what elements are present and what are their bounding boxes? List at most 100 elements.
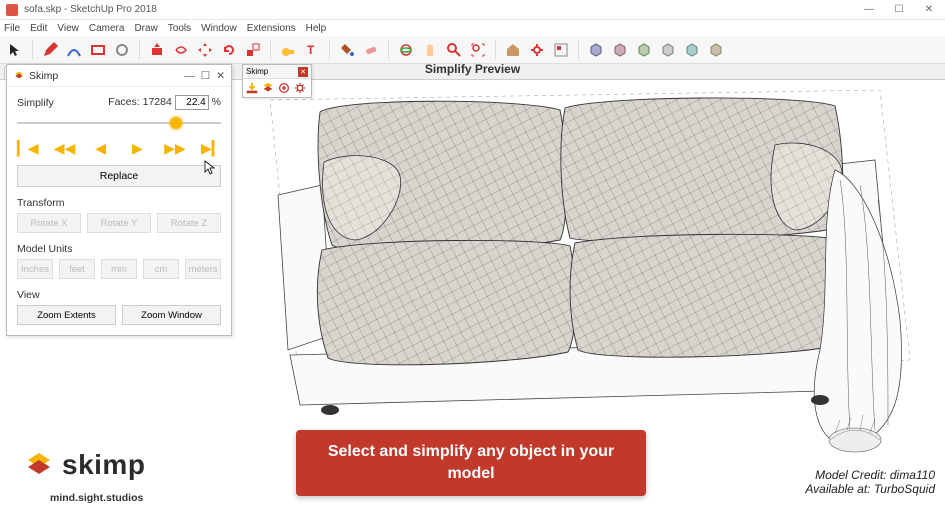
solid-tool2-button[interactable]	[609, 39, 631, 61]
menu-view[interactable]: View	[57, 23, 79, 34]
panel-maximize-button[interactable]: ☐	[201, 70, 210, 82]
menu-file[interactable]: File	[4, 23, 20, 34]
layout-button[interactable]	[550, 39, 572, 61]
menu-camera[interactable]: Camera	[89, 23, 125, 34]
hand-icon	[422, 42, 438, 58]
window-close-button[interactable]: ✕	[917, 4, 941, 15]
rotate-y-button: Rotate Y	[87, 213, 151, 233]
skimp-panel-titlebar[interactable]: Skimp — ☐ ✕	[7, 65, 231, 87]
paint-tool-button[interactable]	[336, 39, 358, 61]
gear-icon	[529, 42, 545, 58]
cube-icon	[588, 42, 604, 58]
panel-close-button[interactable]: ✕	[216, 70, 225, 82]
callout-banner: Select and simplify any object in your m…	[296, 430, 646, 496]
circle-icon	[114, 42, 130, 58]
zoom-extents-button[interactable]	[467, 39, 489, 61]
cube-icon	[684, 42, 700, 58]
faces-label: Faces:	[108, 96, 140, 108]
menu-window[interactable]: Window	[201, 23, 237, 34]
simplify-slider[interactable]	[17, 116, 221, 130]
solid-tool6-button[interactable]	[705, 39, 727, 61]
warehouse-button[interactable]	[502, 39, 524, 61]
circle-tool-button[interactable]	[111, 39, 133, 61]
settings-icon[interactable]	[293, 81, 307, 95]
text-tool-button[interactable]: T	[301, 39, 323, 61]
import-icon[interactable]	[245, 81, 259, 95]
pushpull-icon	[149, 42, 165, 58]
unit-meters-button: meters	[185, 259, 221, 279]
step-back-button[interactable]: ◀	[91, 140, 111, 157]
menu-extensions[interactable]: Extensions	[247, 23, 296, 34]
arc-tool-button[interactable]	[63, 39, 85, 61]
percent-symbol: %	[212, 96, 221, 108]
solid-tool4-button[interactable]	[657, 39, 679, 61]
cube-icon	[708, 42, 724, 58]
step-last-button[interactable]: ▶▎	[201, 140, 221, 157]
rotate-tool-button[interactable]	[218, 39, 240, 61]
transform-label: Transform	[17, 197, 221, 209]
scale-icon	[245, 42, 261, 58]
tape-tool-button[interactable]	[277, 39, 299, 61]
zoom-window-button[interactable]: Zoom Window	[122, 305, 221, 325]
skimp-panel: Skimp — ☐ ✕ Simplify Faces: 17284 % ▎◀ ◀…	[6, 64, 232, 336]
zoom-icon	[446, 42, 462, 58]
rotate-x-button: Rotate X	[17, 213, 81, 233]
select-tool-button[interactable]	[4, 39, 26, 61]
shape-tool-button[interactable]	[87, 39, 109, 61]
pan-tool-button[interactable]	[419, 39, 441, 61]
zoom-tool-button[interactable]	[443, 39, 465, 61]
svg-text:T: T	[307, 43, 315, 57]
menu-tools[interactable]: Tools	[168, 23, 191, 34]
step-ffwd-button[interactable]: ▶▶	[164, 140, 184, 157]
pencil-icon	[42, 42, 58, 58]
unit-cm-button: cm	[143, 259, 179, 279]
orbit-tool-button[interactable]	[395, 39, 417, 61]
move-tool-button[interactable]	[194, 39, 216, 61]
panel-minimize-button[interactable]: —	[184, 70, 195, 82]
skimp-logo-icon	[22, 448, 56, 482]
line-tool-button[interactable]	[39, 39, 61, 61]
eraser-tool-button[interactable]	[360, 39, 382, 61]
orbit-icon	[398, 42, 414, 58]
warehouse-icon	[505, 42, 521, 58]
model-credit: Model Credit: dima110 Available at: Turb…	[805, 468, 935, 496]
step-first-button[interactable]: ▎◀	[17, 140, 37, 157]
window-minimize-button[interactable]: —	[857, 4, 881, 15]
zoom-extents-button[interactable]: Zoom Extents	[17, 305, 116, 325]
cube-icon	[636, 42, 652, 58]
mini-close-button[interactable]: ✕	[298, 67, 308, 77]
extension-warehouse-button[interactable]	[526, 39, 548, 61]
simplify-label: Simplify	[17, 97, 54, 109]
sofa-wireframe-render	[260, 90, 920, 470]
solid-tool3-button[interactable]	[633, 39, 655, 61]
credit-line1: Model Credit: dima110	[805, 468, 935, 482]
arc-icon	[66, 42, 82, 58]
paint-icon	[339, 42, 355, 58]
toolbar-separator	[139, 40, 140, 60]
replace-button[interactable]: Replace	[17, 165, 221, 187]
slider-thumb[interactable]	[170, 117, 182, 129]
step-forward-button[interactable]: ▶	[127, 140, 147, 157]
offset-tool-button[interactable]	[170, 39, 192, 61]
solid-tool5-button[interactable]	[681, 39, 703, 61]
menu-help[interactable]: Help	[306, 23, 327, 34]
menu-draw[interactable]: Draw	[134, 23, 157, 34]
stats-icon[interactable]	[277, 81, 291, 95]
layout-icon	[553, 42, 569, 58]
pushpull-tool-button[interactable]	[146, 39, 168, 61]
unit-inches-button: Inches	[17, 259, 53, 279]
scale-tool-button[interactable]	[242, 39, 264, 61]
move-icon	[197, 42, 213, 58]
window-maximize-button[interactable]: ☐	[887, 4, 911, 15]
view-label: View	[17, 289, 221, 301]
toolbar-separator	[329, 40, 330, 60]
tagline-text: mind.sight.studios	[50, 492, 143, 504]
solid-tool1-button[interactable]	[585, 39, 607, 61]
simplify-icon[interactable]	[261, 81, 275, 95]
unit-mm-button: mm	[101, 259, 137, 279]
menu-edit[interactable]: Edit	[30, 23, 47, 34]
step-rewind-button[interactable]: ◀◀	[54, 140, 74, 157]
app-title-bar: sofa.skp - SketchUp Pro 2018 — ☐ ✕	[0, 0, 945, 20]
rectangle-icon	[90, 42, 106, 58]
percent-input[interactable]	[175, 95, 209, 110]
